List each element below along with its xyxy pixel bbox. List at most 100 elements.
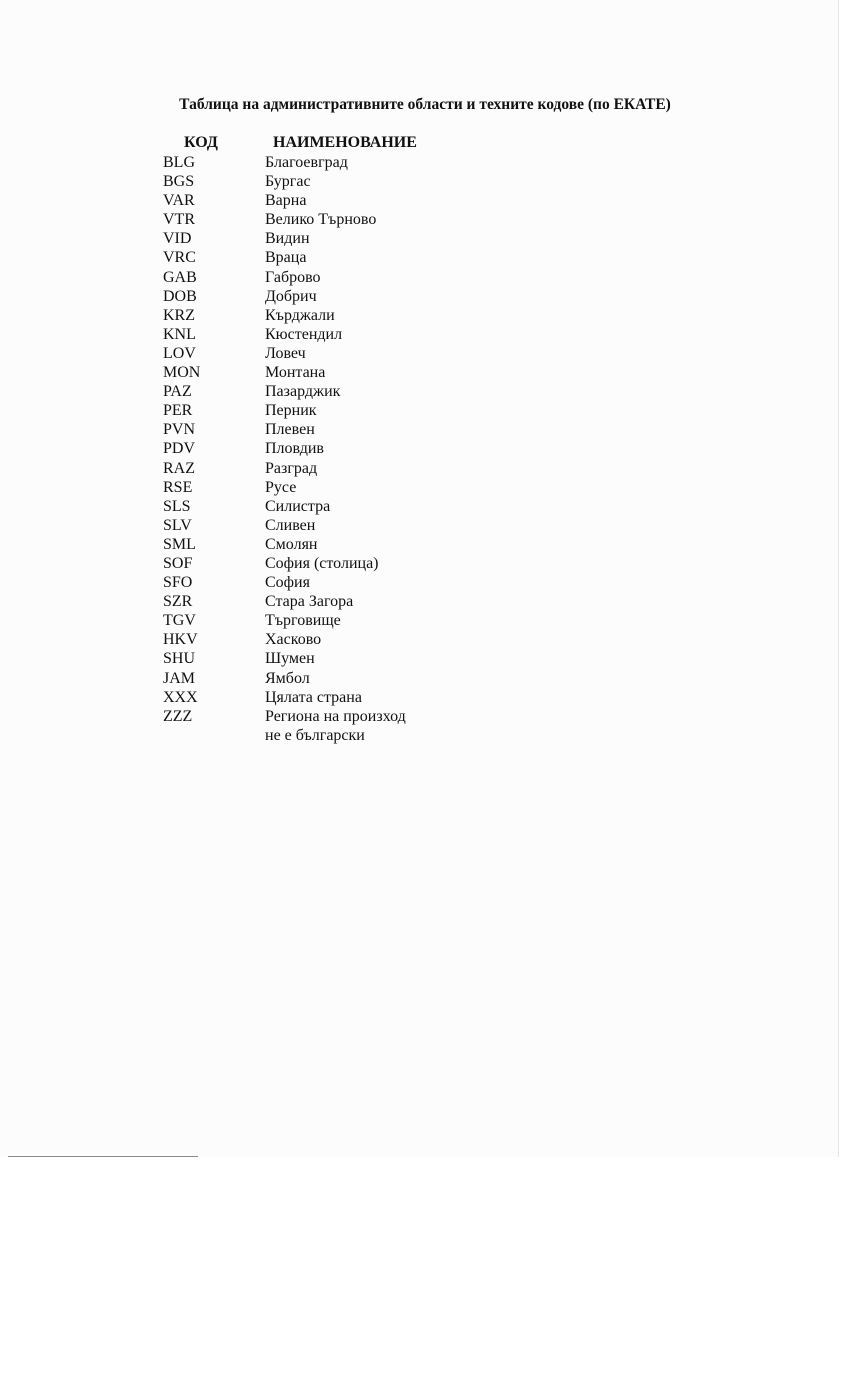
- region-code: KNL: [163, 325, 196, 343]
- region-name: Ловеч: [265, 344, 306, 362]
- region-name-cell: Хасково: [265, 630, 417, 649]
- document-title: Таблица на административните области и т…: [179, 96, 671, 113]
- region-name: Перник: [265, 402, 317, 420]
- region-name-cell: Кюстендил: [265, 325, 417, 344]
- region-name-cell: Перник: [265, 401, 417, 420]
- region-name-cell: София (столица): [265, 554, 417, 573]
- region-name-cell: Бургас: [265, 172, 417, 191]
- region-name: Смолян: [265, 535, 318, 553]
- region-code: RAZ: [163, 459, 195, 477]
- region-code: SHU: [163, 650, 196, 668]
- region-code: GAB: [163, 268, 197, 286]
- table-row: VRC Враца: [163, 248, 417, 267]
- region-name: Велико Търново: [265, 211, 377, 229]
- code-column-header: КОД: [184, 134, 218, 151]
- region-code: TGV: [163, 612, 196, 630]
- region-name: Добрич: [265, 287, 317, 305]
- region-name: Шумен: [265, 650, 315, 668]
- region-code: PAZ: [163, 383, 192, 401]
- region-name-cell: Плевен: [265, 420, 417, 439]
- region-code: SML: [163, 535, 196, 553]
- table-row: JAM Ямбол: [163, 669, 417, 688]
- region-code: VTR: [163, 211, 195, 229]
- region-code: PVN: [163, 421, 196, 439]
- table-row: PAZ Пазарджик: [163, 382, 417, 401]
- region-name-cell: Смолян: [265, 535, 417, 554]
- table-header-row: КОД НАИМЕНОВАНИЕ: [163, 133, 417, 153]
- region-name: Плевен: [265, 421, 315, 439]
- region-name-cell: Ловеч: [265, 344, 417, 363]
- region-name: Варна: [265, 192, 307, 210]
- region-code: SFO: [163, 574, 193, 592]
- region-name-cell: Благоевград: [265, 153, 417, 172]
- region-code: RSE: [163, 478, 193, 496]
- region-name-cell: Пазарджик: [265, 382, 417, 401]
- table-row: VAR Варна: [163, 191, 417, 210]
- region-name: Русе: [265, 478, 297, 496]
- table-row: SHU Шумен: [163, 649, 417, 668]
- table-row: KRZ Кърджали: [163, 306, 417, 325]
- region-code: VRC: [163, 249, 196, 267]
- table-body: BLG Благоевград BGS Бургас VAR Варна VTR Велико…: [163, 153, 417, 745]
- region-name: Пловдив: [265, 440, 324, 458]
- region-name-cell: Ямбол: [265, 669, 417, 688]
- region-code: SLS: [163, 497, 191, 515]
- region-name-cell: Шумен: [265, 649, 417, 668]
- region-name: Видин: [265, 230, 310, 248]
- table-row: ZZZ Региона на произход не е български: [163, 707, 417, 745]
- table-row: VTR Велико Търново: [163, 210, 417, 229]
- region-name-cell: Силистра: [265, 497, 417, 516]
- region-name-cell: Добрич: [265, 287, 417, 306]
- table-row: SLV Сливен: [163, 516, 417, 535]
- region-name: Пазарджик: [265, 383, 341, 401]
- table-row: SFO София: [163, 573, 417, 592]
- region-name: Разград: [265, 459, 318, 477]
- table-row: GAB Габрово: [163, 268, 417, 287]
- region-code: SZR: [163, 593, 193, 611]
- table-row: XXX Цялата страна: [163, 688, 417, 707]
- region-name: Търговище: [265, 612, 341, 630]
- region-name-cell: София: [265, 573, 417, 592]
- region-name: Стара Загора: [265, 593, 354, 611]
- region-name-cell: Габрово: [265, 268, 417, 287]
- region-name-cell: Враца: [265, 248, 417, 267]
- table-row: BLG Благоевград: [163, 153, 417, 172]
- table-row: SZR Стара Загора: [163, 592, 417, 611]
- region-name-cell: Видин: [265, 229, 417, 248]
- page-edge-line: [8, 1156, 198, 1157]
- region-name-cell: Русе: [265, 478, 417, 497]
- regions-table: КОД НАИМЕНОВАНИЕ BLG Благоевград BGS Бургас…: [163, 133, 417, 745]
- region-code: MON: [163, 364, 201, 382]
- region-code: SLV: [163, 516, 192, 534]
- region-code: PDV: [163, 440, 196, 458]
- region-name: Кюстендил: [265, 325, 343, 343]
- region-name-cell: Разград: [265, 459, 417, 478]
- table-row: MON Монтана: [163, 363, 417, 382]
- table-row: PDV Пловдив: [163, 439, 417, 458]
- region-name-cell: Кърджали: [265, 306, 417, 325]
- table-row: SML Смолян: [163, 535, 417, 554]
- table-row: HKV Хасково: [163, 630, 417, 649]
- table-row: PER Перник: [163, 401, 417, 420]
- table-row: KNL Кюстендил: [163, 325, 417, 344]
- region-code: JAM: [163, 669, 196, 687]
- region-code: BLG: [163, 154, 195, 171]
- region-name: Габрово: [265, 268, 321, 286]
- region-code: VID: [163, 230, 192, 248]
- table-row: VID Видин: [163, 229, 417, 248]
- region-name: Хасково: [265, 631, 322, 649]
- region-name: Сливен: [265, 516, 316, 534]
- region-code: HKV: [163, 631, 198, 649]
- table-row: SLS Силистра: [163, 497, 417, 516]
- table-row: LOV Ловеч: [163, 344, 417, 363]
- region-name: Цялата страна: [265, 688, 362, 706]
- region-code: VAR: [163, 192, 195, 210]
- region-name-cell: Стара Загора: [265, 592, 417, 611]
- region-name: Бургас: [265, 173, 311, 191]
- region-code: BGS: [163, 173, 195, 191]
- region-name: Ямбол: [265, 669, 310, 687]
- region-name-cell: Сливен: [265, 516, 417, 535]
- table-row: DOB Добрич: [163, 287, 417, 306]
- region-name: Кърджали: [265, 306, 335, 324]
- region-code: KRZ: [163, 306, 195, 324]
